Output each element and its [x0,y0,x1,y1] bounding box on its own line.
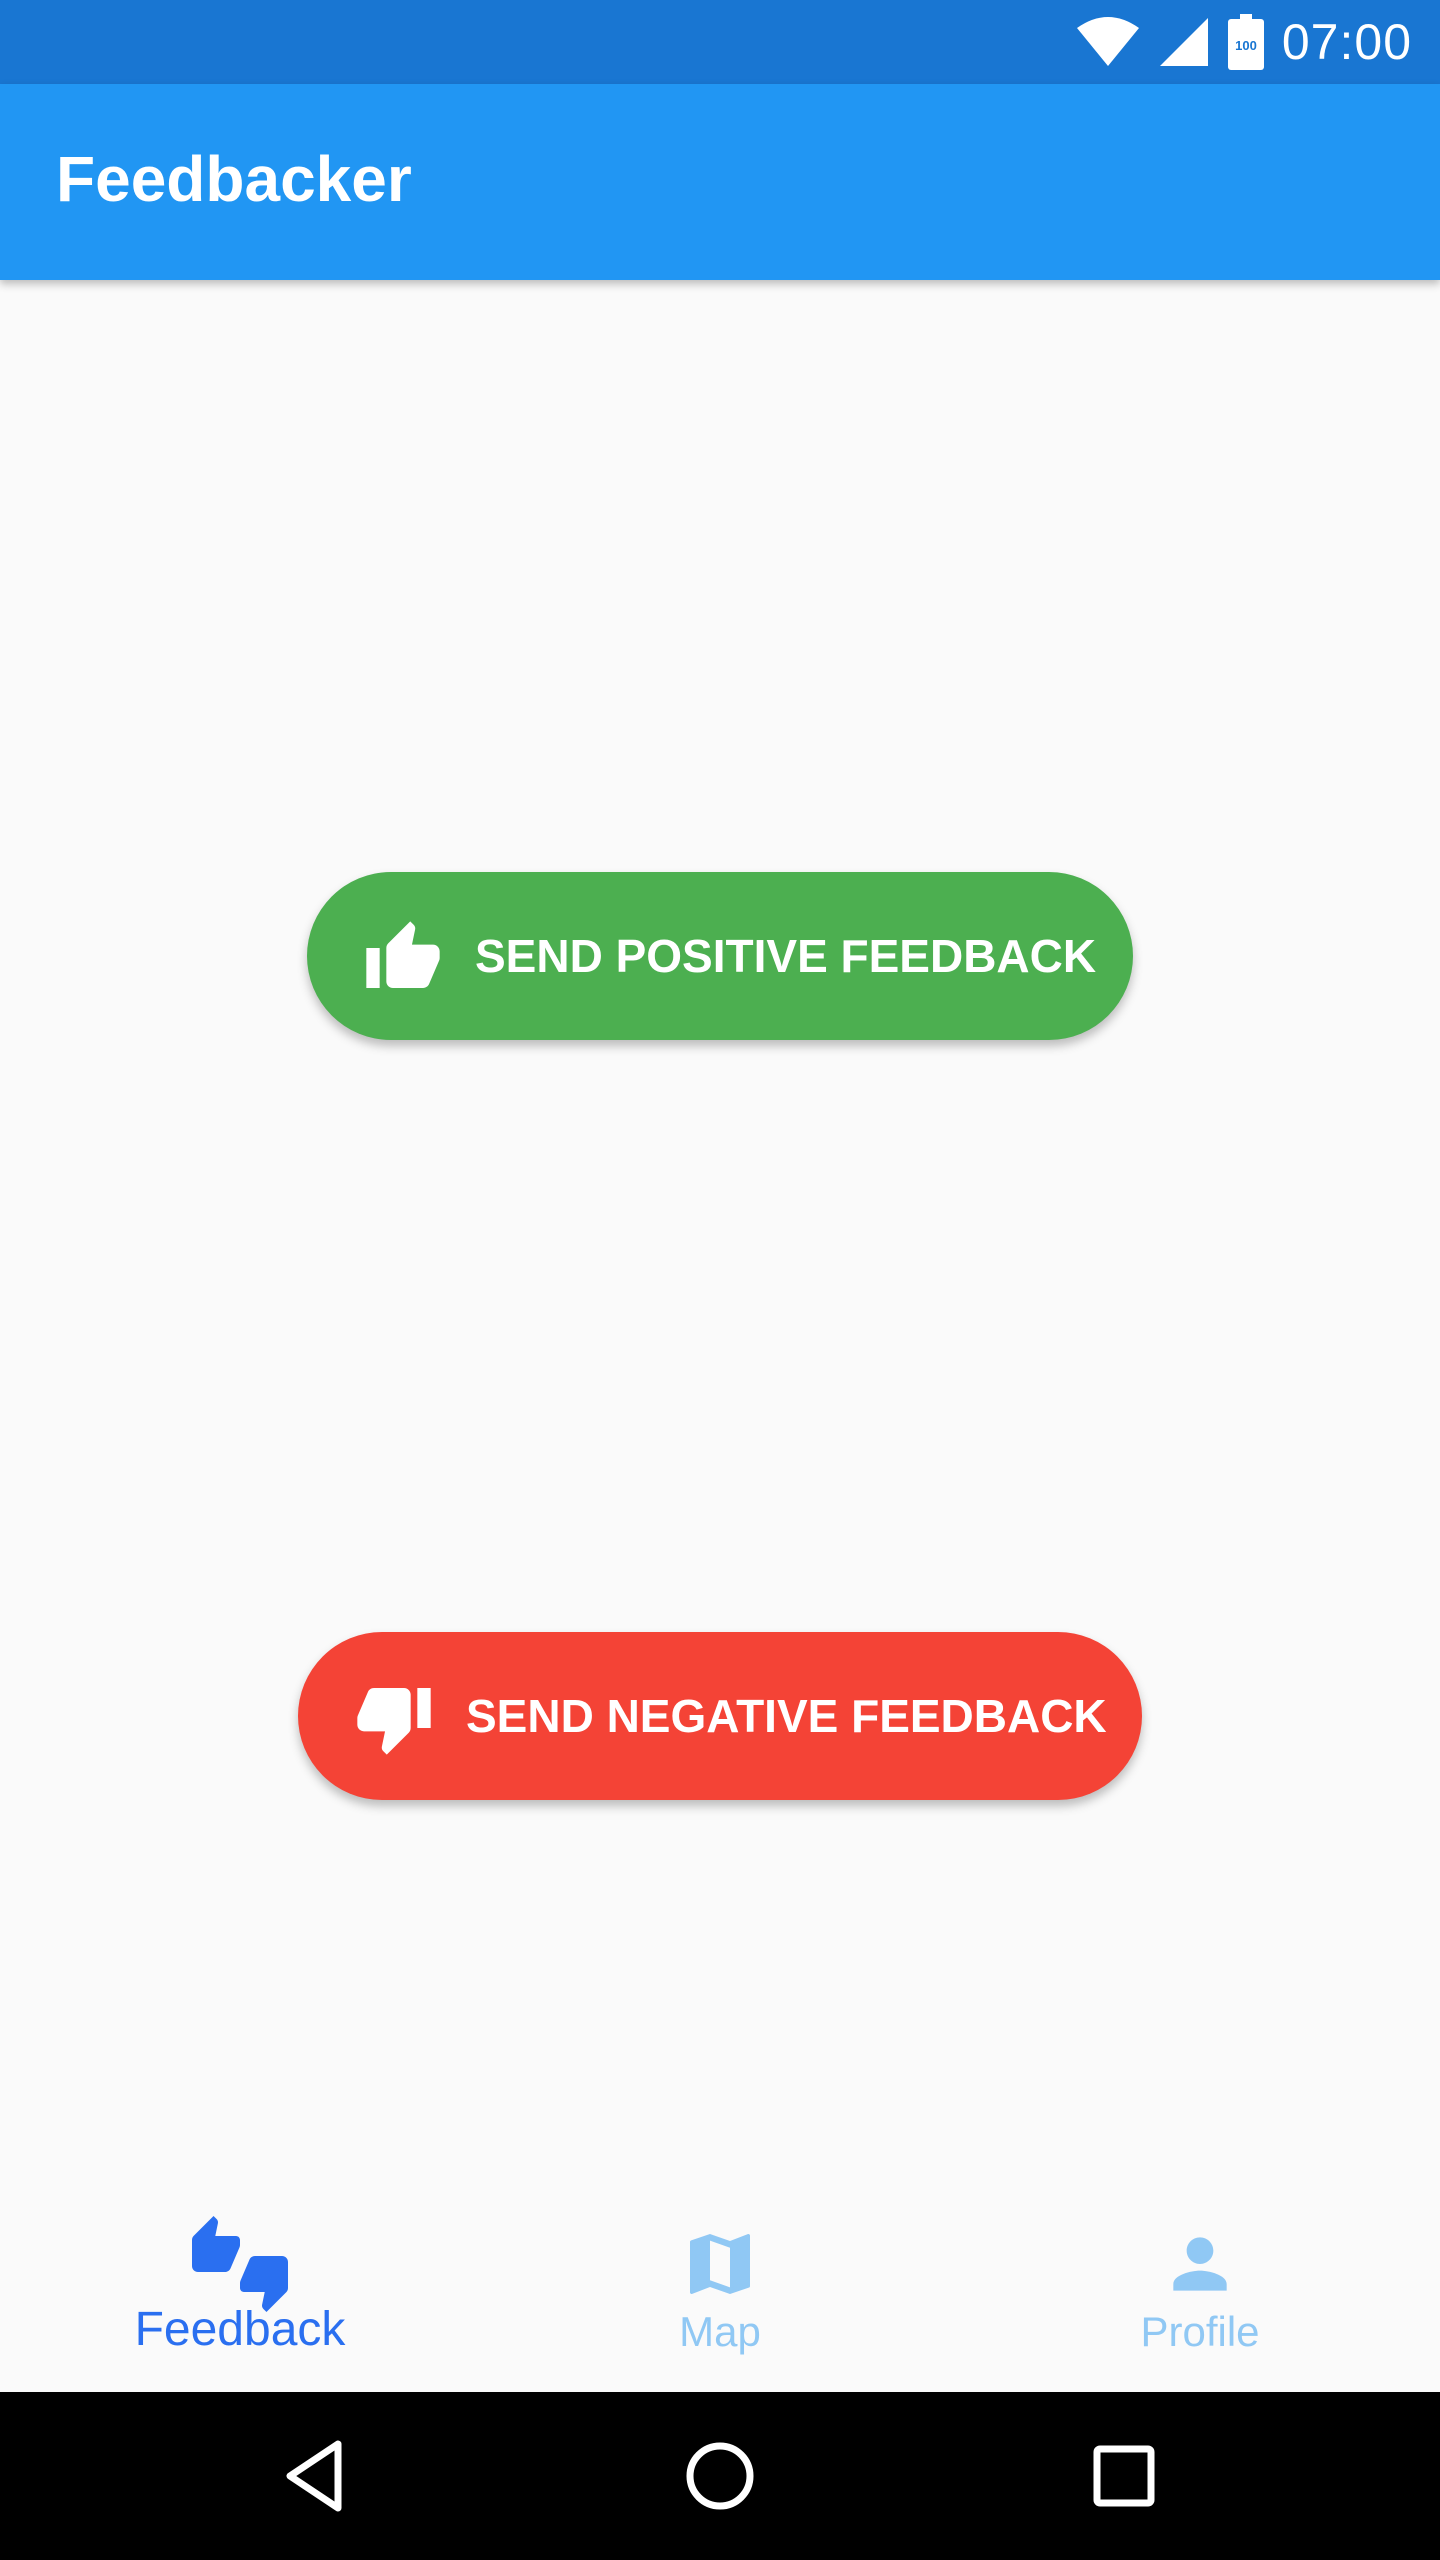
positive-feedback-label: SEND POSITIVE FEEDBACK [475,930,1097,982]
map-icon [690,2234,750,2294]
recents-icon[interactable] [1068,2420,1180,2532]
nav-label-map: Map [679,2308,761,2355]
signal-icon [1159,18,1208,66]
battery-icon: 100 [1227,14,1264,70]
nav-item-map[interactable]: Map [480,2184,960,2392]
person-icon [1173,2237,1227,2291]
battery-level: 100 [1235,38,1257,53]
wifi-icon [1076,17,1139,66]
nav-label-feedback: Feedback [134,2303,346,2356]
nav-item-feedback[interactable]: Feedback [0,2184,480,2392]
send-positive-feedback-button[interactable]: SEND POSITIVE FEEDBACK [307,872,1133,1040]
thumb-up-icon [366,921,440,988]
bottom-navigation: Feedback Map Profile [0,2184,1440,2392]
negative-feedback-label: SEND NEGATIVE FEEDBACK [466,1690,1107,1742]
status-icons: 100 07:00 [1076,0,1412,84]
app-title: Feedbacker [56,143,412,215]
thumb-down-icon [357,1688,431,1755]
nav-item-profile[interactable]: Profile [960,2184,1440,2392]
thumbs-up-down-icon [192,2216,288,2312]
home-icon[interactable] [664,2420,776,2532]
send-negative-feedback-button[interactable]: SEND NEGATIVE FEEDBACK [298,1632,1142,1800]
app-screen: 100 07:00 Feedbacker SEND POSITIVE FEEDB… [0,0,1440,2560]
status-time: 07:00 [1281,14,1412,70]
status-bar: 100 07:00 [0,0,1440,84]
nav-label-profile: Profile [1140,2308,1260,2355]
system-navigation-bar [0,2392,1440,2560]
back-icon[interactable] [260,2420,372,2532]
app-bar: Feedbacker [0,84,1440,280]
